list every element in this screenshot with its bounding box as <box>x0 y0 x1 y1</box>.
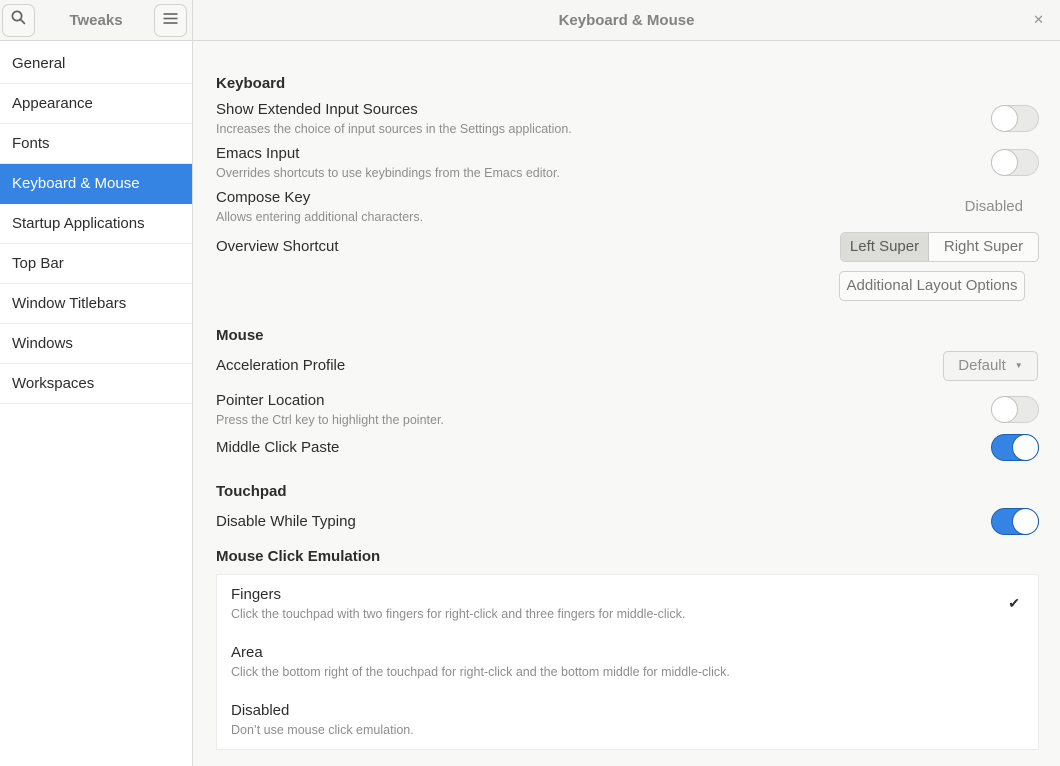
right-super-button[interactable]: Right Super <box>929 233 1038 261</box>
sidebar-item-startup-applications[interactable]: Startup Applications <box>0 204 192 244</box>
menu-button[interactable] <box>154 4 187 37</box>
sidebar-item-workspaces[interactable]: Workspaces <box>0 364 192 404</box>
sidebar-item-general[interactable]: General <box>0 44 192 84</box>
option-title: Disabled <box>231 700 1024 722</box>
row-title: Acceleration Profile <box>216 355 943 377</box>
close-icon: ✕ <box>1033 12 1044 28</box>
option-title: Fingers <box>231 584 1008 606</box>
hamburger-icon <box>163 11 178 29</box>
row-title: Emacs Input <box>216 143 991 165</box>
row-subtitle: Allows entering additional characters. <box>216 209 965 226</box>
overview-shortcut-row: Overview Shortcut Left Super Right Super <box>216 232 1039 262</box>
row-title: Middle Click Paste <box>216 437 991 459</box>
close-button[interactable]: ✕ <box>1029 0 1048 40</box>
show-extended-input-sources-row: Show Extended Input Sources Increases th… <box>216 99 1039 138</box>
row-subtitle: Press the Ctrl key to highlight the poin… <box>216 412 991 429</box>
emacs-input-toggle[interactable] <box>991 149 1039 176</box>
sidebar-headerbar: Tweaks <box>0 0 193 41</box>
list-item-fingers[interactable]: Fingers Click the touchpad with two fing… <box>217 575 1038 633</box>
sidebar-item-top-bar[interactable]: Top Bar <box>0 244 192 284</box>
sidebar-item-window-titlebars[interactable]: Window Titlebars <box>0 284 192 324</box>
mouse-click-emulation-section-title: Mouse Click Emulation <box>216 548 1039 566</box>
middle-click-paste-row: Middle Click Paste <box>216 434 1039 461</box>
row-subtitle: Overrides shortcuts to use keybindings f… <box>216 165 991 182</box>
list-item-area[interactable]: Area Click the bottom right of the touch… <box>217 633 1038 691</box>
page-title: Keyboard & Mouse <box>193 12 1060 29</box>
show-extended-input-sources-toggle[interactable] <box>991 105 1039 132</box>
sidebar-item-windows[interactable]: Windows <box>0 324 192 364</box>
check-icon: ✔ <box>1008 595 1020 612</box>
row-subtitle: Increases the choice of input sources in… <box>216 121 991 138</box>
keyboard-section-title: Keyboard <box>216 75 1039 93</box>
page-headerbar: Keyboard & Mouse ✕ <box>193 0 1060 41</box>
pointer-location-row: Pointer Location Press the Ctrl key to h… <box>216 390 1039 429</box>
sidebar-item-fonts[interactable]: Fonts <box>0 124 192 164</box>
tweaks-window: Tweaks Keyboard & Mouse ✕ General Appear… <box>0 0 1060 766</box>
emacs-input-row: Emacs Input Overrides shortcuts to use k… <box>216 143 1039 182</box>
disable-while-typing-row: Disable While Typing <box>216 508 1039 535</box>
acceleration-profile-dropdown[interactable]: Default ▼ <box>943 351 1038 381</box>
option-subtitle: Don’t use mouse click emulation. <box>231 722 1024 739</box>
row-title: Compose Key <box>216 187 965 209</box>
list-item-disabled[interactable]: Disabled Don’t use mouse click emulation… <box>217 691 1038 749</box>
sidebar-item-appearance[interactable]: Appearance <box>0 84 192 124</box>
mouse-section-title: Mouse <box>216 327 1039 345</box>
option-subtitle: Click the bottom right of the touchpad f… <box>231 664 1024 681</box>
row-title: Disable While Typing <box>216 511 991 533</box>
compose-key-value: Disabled <box>965 198 1023 215</box>
chevron-down-icon: ▼ <box>1015 352 1023 380</box>
compose-key-row[interactable]: Compose Key Allows entering additional c… <box>216 187 1039 226</box>
search-button[interactable] <box>2 4 35 37</box>
option-subtitle: Click the touchpad with two fingers for … <box>231 606 1008 623</box>
mouse-click-emulation-list: Fingers Click the touchpad with two fing… <box>216 574 1039 750</box>
left-super-button[interactable]: Left Super <box>841 233 929 261</box>
row-title: Overview Shortcut <box>216 236 840 258</box>
additional-layout-options-row: Additional Layout Options <box>216 271 1039 301</box>
additional-layout-options-button[interactable]: Additional Layout Options <box>839 271 1025 301</box>
touchpad-section-title: Touchpad <box>216 483 1039 501</box>
disable-while-typing-toggle[interactable] <box>991 508 1039 535</box>
acceleration-profile-row: Acceleration Profile Default ▼ <box>216 351 1039 381</box>
overview-shortcut-segmented: Left Super Right Super <box>840 232 1039 262</box>
dropdown-value: Default <box>958 352 1006 380</box>
middle-click-paste-toggle[interactable] <box>991 434 1039 461</box>
keyboard-mouse-page: Keyboard Show Extended Input Sources Inc… <box>193 41 1060 766</box>
sidebar-item-keyboard-mouse[interactable]: Keyboard & Mouse <box>0 164 192 204</box>
row-title: Pointer Location <box>216 390 991 412</box>
row-title: Show Extended Input Sources <box>216 99 991 121</box>
option-title: Area <box>231 642 1024 664</box>
pointer-location-toggle[interactable] <box>991 396 1039 423</box>
sidebar: General Appearance Fonts Keyboard & Mous… <box>0 41 193 766</box>
search-icon <box>10 9 27 31</box>
